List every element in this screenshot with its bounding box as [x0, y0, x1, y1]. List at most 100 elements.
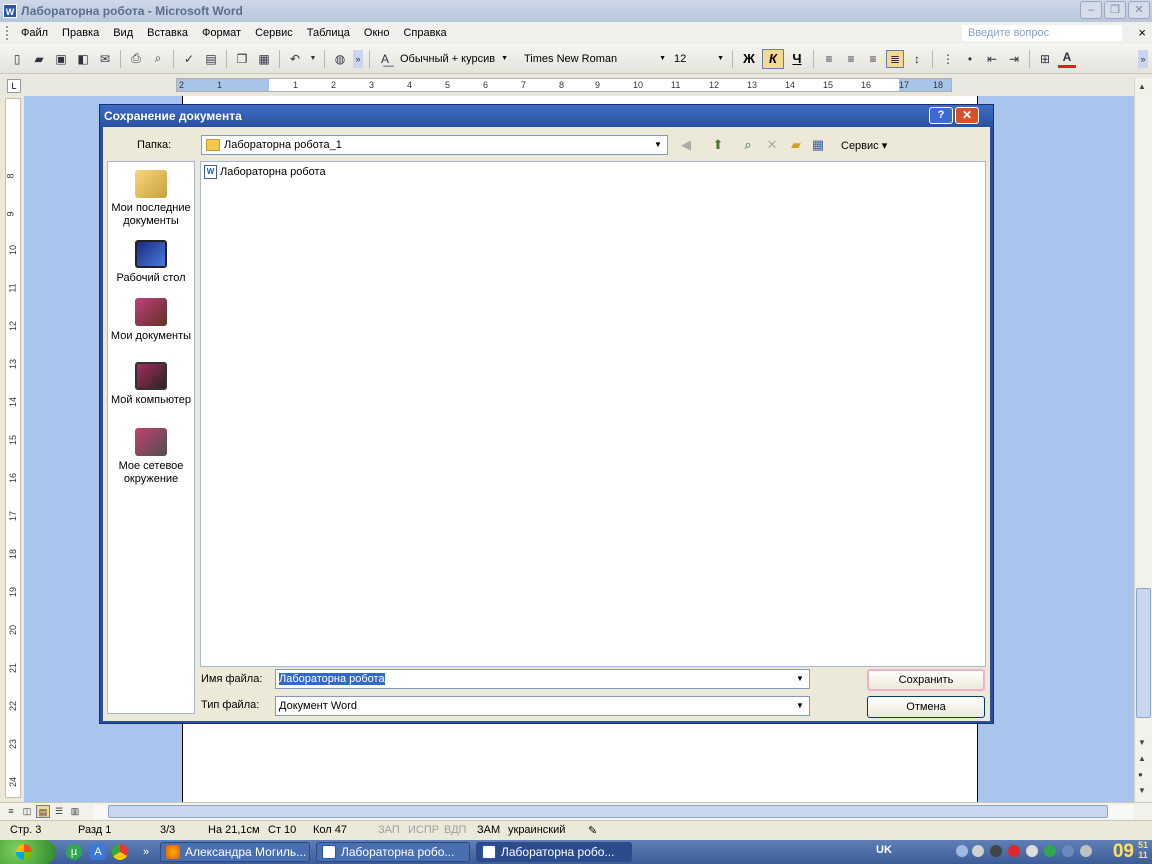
- place-network[interactable]: Мое сетевое окружение: [108, 428, 194, 486]
- borders-icon[interactable]: ⊞: [1036, 50, 1054, 68]
- horizontal-scroll-thumb[interactable]: [108, 805, 1108, 818]
- utorrent-icon[interactable]: µ: [66, 844, 82, 860]
- up-folder-icon[interactable]: ⬆: [709, 136, 727, 154]
- volume-icon[interactable]: [1026, 845, 1038, 857]
- filetype-select[interactable]: Документ Word ▼: [275, 696, 810, 716]
- underline-button[interactable]: Ч: [786, 49, 808, 69]
- menu-insert[interactable]: Вставка: [140, 22, 195, 44]
- menu-file[interactable]: Файл: [14, 22, 55, 44]
- bullets-icon[interactable]: •: [961, 50, 979, 68]
- close-button[interactable]: ✕: [1128, 1, 1150, 19]
- views-icon[interactable]: ▦: [809, 136, 827, 154]
- tab-selector[interactable]: L: [7, 79, 21, 93]
- dialog-close-button[interactable]: ✕: [955, 107, 979, 124]
- research-icon[interactable]: ▤: [202, 50, 220, 68]
- status-rec[interactable]: ЗАП: [378, 824, 400, 836]
- minimize-button[interactable]: –: [1080, 1, 1102, 19]
- styles-icon[interactable]: A͟: [376, 50, 394, 68]
- document-close-icon[interactable]: ×: [1138, 25, 1146, 40]
- spelling-icon[interactable]: ✓: [180, 50, 198, 68]
- menu-edit[interactable]: Правка: [55, 22, 106, 44]
- dialog-help-button[interactable]: ?: [929, 107, 953, 124]
- italic-button[interactable]: К: [762, 48, 784, 69]
- clock-hour[interactable]: 09: [1113, 840, 1134, 864]
- toolbar-options-icon[interactable]: »: [353, 49, 363, 68]
- chrome-icon[interactable]: [112, 844, 128, 860]
- taskbar-button-firefox[interactable]: Александра Могиль...: [160, 842, 310, 862]
- menu-tools[interactable]: Сервис: [248, 22, 300, 44]
- undo-dropdown-icon[interactable]: ▼: [308, 50, 318, 68]
- tray-icon[interactable]: [972, 845, 984, 857]
- dropdown-arrow-icon[interactable]: ▼: [793, 698, 807, 714]
- increase-indent-icon[interactable]: ⇥: [1005, 50, 1023, 68]
- toolbar-options-icon[interactable]: »: [1138, 49, 1148, 68]
- new-folder-icon[interactable]: ▰: [787, 136, 805, 154]
- normal-view-icon[interactable]: ≡: [4, 805, 18, 818]
- filename-input[interactable]: Лабораторна робота ▼: [275, 669, 810, 689]
- save-icon[interactable]: ▣: [52, 50, 70, 68]
- horizontal-scrollbar[interactable]: [94, 805, 1134, 819]
- numbering-icon[interactable]: ⋮: [939, 50, 957, 68]
- maximize-button[interactable]: ❐: [1104, 1, 1126, 19]
- tray-icon[interactable]: [990, 845, 1002, 857]
- ask-question-input[interactable]: Введите вопрос: [962, 25, 1122, 41]
- network-icon[interactable]: [1062, 845, 1074, 857]
- tray-icon[interactable]: [1008, 845, 1020, 857]
- menu-window[interactable]: Окно: [357, 22, 397, 44]
- open-folder-icon[interactable]: ▰: [30, 50, 48, 68]
- paste-icon[interactable]: ▦: [255, 50, 273, 68]
- place-my-documents[interactable]: Мои документы: [108, 298, 194, 343]
- taskbar-button-word-1[interactable]: Лабораторна робо...: [316, 842, 470, 862]
- taskbar-button-word-2[interactable]: Лабораторна робо...: [476, 842, 632, 862]
- align-left-icon[interactable]: ≡: [820, 50, 838, 68]
- quicklaunch-expand-icon[interactable]: »: [138, 844, 154, 860]
- start-button[interactable]: [0, 840, 56, 864]
- line-spacing-icon[interactable]: ↕: [908, 50, 926, 68]
- tray-icon[interactable]: [956, 845, 968, 857]
- menu-help[interactable]: Справка: [396, 22, 453, 44]
- language-indicator[interactable]: UK: [876, 844, 892, 856]
- scroll-thumb[interactable]: [1136, 588, 1151, 718]
- tray-icon[interactable]: [1080, 845, 1092, 857]
- reading-view-icon[interactable]: ▥: [68, 805, 82, 818]
- vertical-ruler[interactable]: 8 9 10 11 12 13 14 15 16 17 18 19 20 21 …: [5, 98, 21, 798]
- email-icon[interactable]: ✉: [96, 50, 114, 68]
- look-in-combo[interactable]: Лабораторна робота_1 ▼: [201, 135, 668, 155]
- web-view-icon[interactable]: ◫: [20, 805, 34, 818]
- new-document-icon[interactable]: ▯: [8, 50, 26, 68]
- font-color-icon[interactable]: A: [1058, 50, 1076, 68]
- clock-minutes-seconds[interactable]: 51 11: [1138, 840, 1148, 860]
- tools-menu-button[interactable]: Сервис ▾: [841, 139, 887, 152]
- print-preview-icon[interactable]: ⌕: [149, 50, 167, 68]
- place-my-computer[interactable]: Мой компьютер: [108, 362, 194, 407]
- dropdown-arrow-icon[interactable]: ▼: [793, 671, 807, 687]
- delete-icon[interactable]: ✕: [763, 136, 781, 154]
- file-list[interactable]: W Лабораторна робота: [200, 161, 986, 667]
- status-ext[interactable]: ВДП: [444, 824, 466, 836]
- menu-format[interactable]: Формат: [195, 22, 248, 44]
- search-web-icon[interactable]: ⌕: [739, 136, 757, 154]
- place-desktop[interactable]: Рабочий стол: [108, 240, 194, 285]
- bold-button[interactable]: Ж: [738, 49, 760, 69]
- hyperlink-icon[interactable]: ◍: [331, 50, 349, 68]
- font-combo[interactable]: Times New Roman ▼: [520, 50, 670, 68]
- dialog-titlebar[interactable]: Сохранение документа ? ✕: [100, 105, 993, 127]
- permission-icon[interactable]: ◧: [74, 50, 92, 68]
- outline-view-icon[interactable]: ☰: [52, 805, 66, 818]
- align-right-icon[interactable]: ≡: [864, 50, 882, 68]
- vertical-scrollbar[interactable]: ▲ ▼ ▲ ● ▼: [1134, 78, 1152, 802]
- file-item[interactable]: W Лабораторна робота: [204, 165, 326, 179]
- menu-table[interactable]: Таблица: [300, 22, 357, 44]
- style-combo[interactable]: Обычный + курсив ▼: [396, 50, 520, 68]
- font-size-combo[interactable]: 12 ▼: [670, 50, 728, 68]
- select-browse-object-icon[interactable]: ●: [1138, 770, 1143, 779]
- back-icon[interactable]: ◀: [677, 136, 695, 154]
- app-launcher-icon[interactable]: A: [90, 844, 106, 860]
- status-trk[interactable]: ИСПР: [408, 824, 439, 836]
- cancel-button[interactable]: Отмена: [867, 696, 985, 718]
- menu-view[interactable]: Вид: [106, 22, 140, 44]
- scroll-down-icon[interactable]: ▼: [1138, 738, 1146, 747]
- horizontal-ruler[interactable]: 2 1 1 2 3 4 5 6 7 8 9 10 11 12 13 14 15 …: [176, 78, 952, 92]
- place-recent[interactable]: Мои последние документы: [108, 170, 194, 228]
- previous-page-icon[interactable]: ▲: [1138, 754, 1146, 763]
